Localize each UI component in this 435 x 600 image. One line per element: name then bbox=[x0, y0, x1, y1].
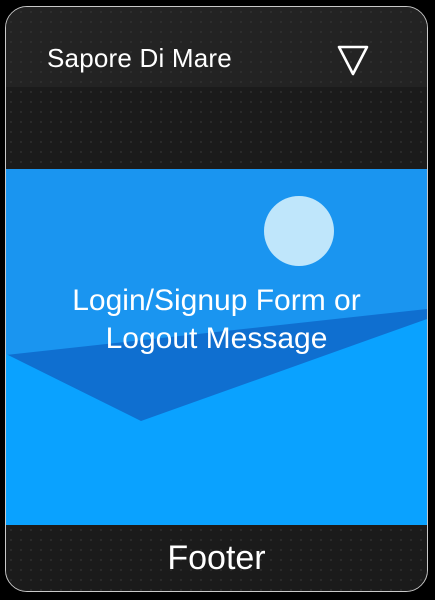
auth-placeholder-text: Login/Signup Form or Logout Message bbox=[6, 282, 427, 358]
circle-icon bbox=[264, 196, 334, 266]
app-frame: Sapore Di Mare Login/Signup Form or Logo… bbox=[5, 6, 428, 592]
app-header: Sapore Di Mare bbox=[6, 7, 427, 87]
footer-label: Footer bbox=[167, 539, 266, 577]
triangle-down-icon[interactable] bbox=[336, 43, 370, 77]
auth-placeholder-label: Login/Signup Form or Logout Message bbox=[72, 284, 361, 355]
auth-placeholder-panel: Login/Signup Form or Logout Message bbox=[6, 169, 427, 525]
app-title: Sapore Di Mare bbox=[47, 43, 232, 73]
app-footer: Footer bbox=[6, 525, 427, 591]
